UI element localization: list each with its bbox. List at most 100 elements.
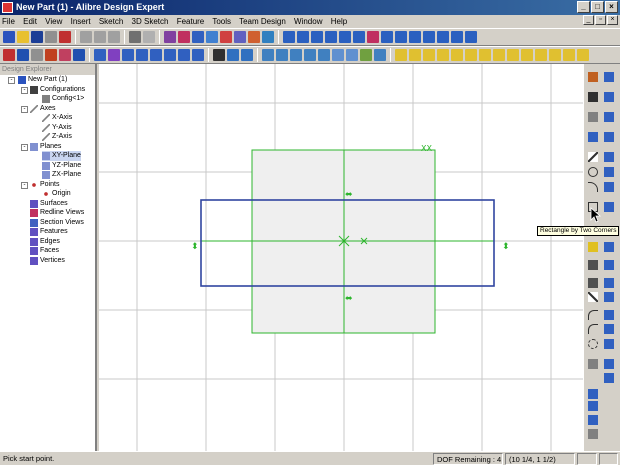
feature-chamfer-icon[interactable] [164, 49, 176, 61]
sketch-tool-icon[interactable] [604, 339, 614, 349]
redo-icon[interactable] [143, 31, 155, 43]
display-silhouette-icon[interactable] [465, 49, 477, 61]
select-arrow-icon[interactable] [213, 49, 225, 61]
tree-z-axis[interactable]: Z-Axis [42, 132, 72, 142]
eraser-icon[interactable] [59, 49, 71, 61]
fillet-icon[interactable] [588, 310, 598, 320]
sketch-tool-icon[interactable] [588, 132, 598, 142]
back-arrow-icon[interactable] [332, 49, 344, 61]
trim-icon[interactable] [588, 278, 598, 288]
orient-top-icon[interactable] [311, 31, 323, 43]
tree-redline-views[interactable]: Redline Views [30, 208, 84, 218]
view-icon[interactable] [206, 31, 218, 43]
sketch-tool-icon[interactable] [604, 202, 614, 212]
display-perspective-icon[interactable] [493, 49, 505, 61]
tree-config1[interactable]: Config<1> [42, 94, 84, 104]
copy-icon[interactable] [94, 31, 106, 43]
select-lasso-icon[interactable] [241, 49, 253, 61]
display-shaded-edges-icon[interactable] [409, 49, 421, 61]
doc-close-button[interactable]: × [607, 15, 618, 25]
feature-sweep-icon[interactable] [122, 49, 134, 61]
save-icon[interactable] [31, 31, 43, 43]
feature-hole-icon[interactable] [192, 49, 204, 61]
new-icon[interactable] [3, 31, 15, 43]
section-icon[interactable] [220, 31, 232, 43]
menu-file[interactable]: File [2, 17, 15, 26]
undo-icon[interactable] [129, 31, 141, 43]
expand-toggle[interactable]: - [8, 77, 15, 84]
sketch-tool-icon[interactable] [604, 310, 614, 320]
menu-view[interactable]: View [45, 17, 62, 26]
shading-icon[interactable] [234, 31, 246, 43]
zoom-window-icon[interactable] [290, 49, 302, 61]
sketch-tool-icon[interactable] [588, 415, 598, 425]
forward-arrow-icon[interactable] [346, 49, 358, 61]
pan-icon[interactable] [304, 49, 316, 61]
orient-iso-icon[interactable] [367, 31, 379, 43]
sketch-icon[interactable] [3, 49, 15, 61]
menu-team-design[interactable]: Team Design [239, 17, 286, 26]
orient-right-icon[interactable] [353, 31, 365, 43]
properties-icon[interactable] [374, 49, 386, 61]
sketch-tool-icon[interactable] [588, 92, 598, 102]
orient-save-icon[interactable] [437, 31, 449, 43]
menu-sketch[interactable]: Sketch [99, 17, 123, 26]
select-box-icon[interactable] [227, 49, 239, 61]
sketch-tool-icon[interactable] [588, 389, 598, 399]
orient-custom-icon[interactable] [423, 31, 435, 43]
orient-back-icon[interactable] [297, 31, 309, 43]
line-icon[interactable] [588, 152, 598, 162]
menu-feature[interactable]: Feature [177, 17, 205, 26]
display-hidden-icon[interactable] [437, 49, 449, 61]
menu-help[interactable]: Help [331, 17, 347, 26]
x-tool-icon[interactable] [588, 292, 598, 302]
reference-icon[interactable] [31, 49, 43, 61]
open-icon[interactable] [17, 31, 29, 43]
orient-normal-icon[interactable] [409, 31, 421, 43]
print-icon[interactable] [45, 31, 57, 43]
doc-minimize-button[interactable]: _ [583, 15, 594, 25]
expand-toggle[interactable]: - [21, 182, 28, 189]
sketch-tool-icon[interactable] [604, 167, 614, 177]
rotate-icon[interactable] [318, 49, 330, 61]
display-transparent-icon[interactable] [479, 49, 491, 61]
maximize-button[interactable]: □ [591, 1, 604, 13]
menu-insert[interactable]: Insert [71, 17, 91, 26]
feature-revolve-icon[interactable] [108, 49, 120, 61]
display-shaded-icon[interactable] [395, 49, 407, 61]
display-options-icon[interactable] [577, 49, 589, 61]
sketch-viewport[interactable]: XX ⬌ ⬌ ⬍ ⬍ [99, 64, 583, 451]
sketch-tool-icon[interactable] [588, 260, 598, 270]
orient-dimetric-icon[interactable] [381, 31, 393, 43]
part-icon[interactable] [164, 31, 176, 43]
sketch-plane-icon[interactable] [17, 49, 29, 61]
sketch-tool-icon[interactable] [604, 92, 614, 102]
display-wireframe-icon[interactable] [423, 49, 435, 61]
menu-3d-sketch[interactable]: 3D Sketch [132, 17, 169, 26]
arc-icon[interactable] [588, 182, 598, 192]
menu-edit[interactable]: Edit [23, 17, 37, 26]
sketch-tool-icon[interactable] [588, 72, 598, 82]
light-icon[interactable] [262, 31, 274, 43]
measure-icon[interactable] [360, 49, 372, 61]
sketch-tool-icon[interactable] [604, 112, 614, 122]
tree-root[interactable]: New Part (1) [18, 75, 67, 85]
tree-zx-plane[interactable]: ZX-Plane [42, 170, 81, 180]
sketch-tool-icon[interactable] [604, 292, 614, 302]
display-realistic-icon[interactable] [507, 49, 519, 61]
sketch-tool-icon[interactable] [604, 324, 614, 334]
sketch-tool-icon[interactable] [588, 242, 598, 252]
sketch-tool-icon[interactable] [604, 359, 614, 369]
chamfer-icon[interactable] [588, 324, 598, 334]
assembly-icon[interactable] [178, 31, 190, 43]
feature-extrude-icon[interactable] [94, 49, 106, 61]
tree-origin[interactable]: Origin [42, 189, 71, 199]
sketch-tool-icon[interactable] [604, 278, 614, 288]
display-cel-icon[interactable] [535, 49, 547, 61]
sketch-tool-icon[interactable] [588, 401, 598, 411]
orient-front-icon[interactable] [283, 31, 295, 43]
expand-toggle[interactable]: - [21, 144, 28, 151]
drawing-icon[interactable] [192, 31, 204, 43]
circle-icon[interactable] [588, 167, 598, 177]
display-material-icon[interactable] [549, 49, 561, 61]
